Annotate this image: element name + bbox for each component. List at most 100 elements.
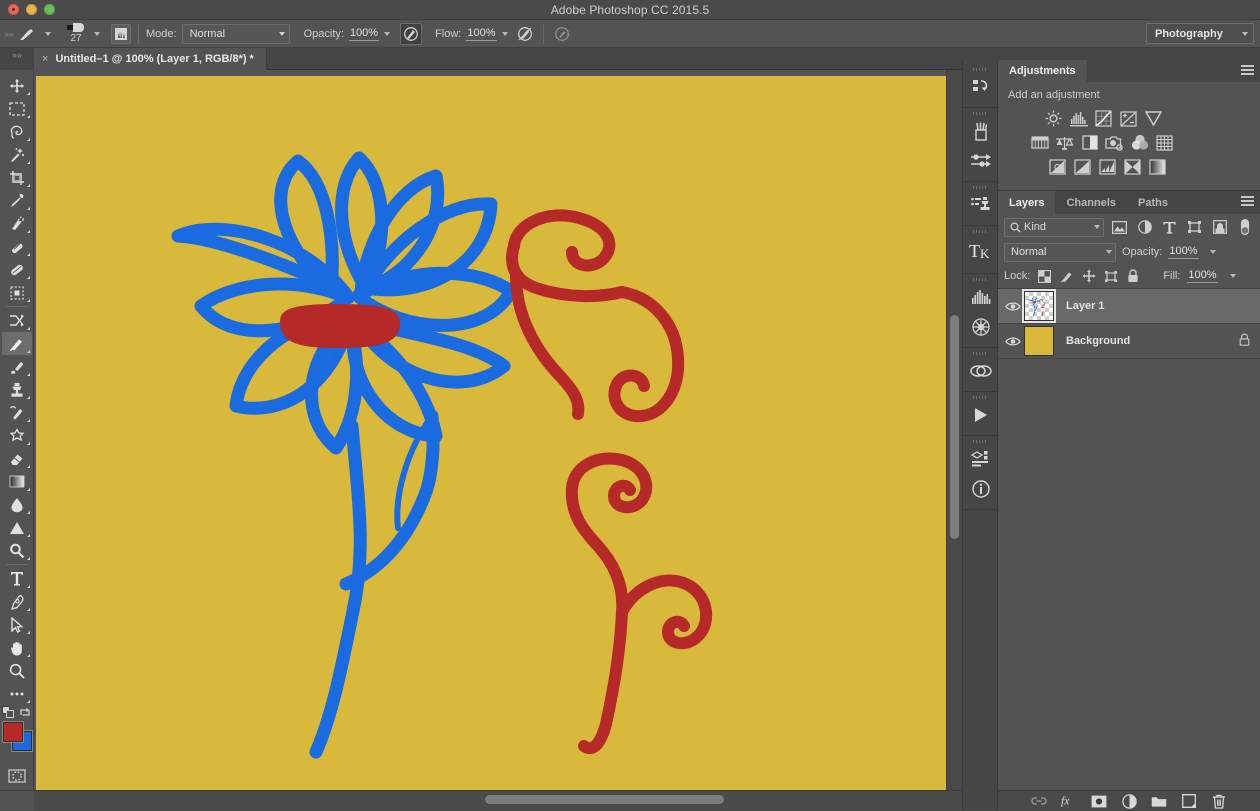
brush-panel-toggle-icon[interactable] bbox=[111, 24, 131, 44]
new-layer-icon[interactable] bbox=[1181, 793, 1197, 809]
tab-paths[interactable]: Paths bbox=[1127, 191, 1179, 214]
invert-adjustment-icon[interactable] bbox=[1048, 157, 1067, 176]
channel-mixer-adjustment-icon[interactable] bbox=[1130, 133, 1149, 152]
pen-tool[interactable] bbox=[2, 590, 32, 613]
history-brush-tool[interactable] bbox=[2, 401, 32, 424]
foreground-color-swatch[interactable] bbox=[3, 722, 23, 742]
timeline-panel-icon[interactable] bbox=[963, 400, 999, 430]
mixer-brush-tool[interactable] bbox=[2, 355, 32, 378]
brush-tool[interactable] bbox=[2, 332, 32, 355]
layer-visibility-toggle-icon[interactable] bbox=[1002, 301, 1024, 312]
posterize-adjustment-icon[interactable] bbox=[1073, 157, 1092, 176]
color-balance-adjustment-icon[interactable] bbox=[1055, 133, 1074, 152]
content-aware-shuffle-tool[interactable] bbox=[2, 309, 32, 332]
edit-toolbar-more-icon[interactable] bbox=[2, 682, 32, 705]
layer-blend-mode-select[interactable]: Normal bbox=[1004, 243, 1116, 262]
table-row[interactable]: Layer 1 bbox=[998, 289, 1260, 324]
airbrush-icon[interactable] bbox=[514, 23, 536, 45]
layer-visibility-toggle-icon[interactable] bbox=[1002, 336, 1024, 347]
default-colors-icon[interactable] bbox=[2, 706, 14, 718]
opacity-field[interactable]: 100% bbox=[349, 27, 390, 41]
properties-panel-icon[interactable] bbox=[963, 444, 999, 474]
color-lookup-adjustment-icon[interactable] bbox=[1155, 133, 1174, 152]
canvas-vertical-scrollbar[interactable] bbox=[946, 70, 962, 790]
lock-image-pixels-icon[interactable] bbox=[1059, 269, 1074, 284]
character-panel-icon[interactable]: TK bbox=[963, 234, 999, 268]
new-adjustment-layer-icon[interactable] bbox=[1121, 793, 1137, 809]
quick-mask-mode-icon[interactable] bbox=[2, 764, 32, 787]
brightness-contrast-adjustment-icon[interactable] bbox=[1044, 109, 1063, 128]
hand-tool[interactable] bbox=[2, 636, 32, 659]
brush-presets-panel-icon[interactable] bbox=[963, 116, 999, 146]
filter-shape-layers-icon[interactable] bbox=[1185, 218, 1204, 237]
horizontal-scroll-thumb[interactable] bbox=[485, 795, 724, 804]
info-panel-icon[interactable] bbox=[963, 474, 999, 504]
spot-healing-brush-tool[interactable] bbox=[2, 212, 32, 235]
lock-transparent-pixels-icon[interactable] bbox=[1037, 269, 1052, 284]
smoothing-icon[interactable] bbox=[551, 23, 573, 45]
brush-preset-chevron-down-icon[interactable] bbox=[45, 32, 51, 36]
rectangular-marquee-tool[interactable] bbox=[2, 97, 32, 120]
lock-position-icon[interactable] bbox=[1081, 269, 1096, 284]
brush-settings-panel-icon[interactable] bbox=[963, 146, 999, 176]
tabbar-left-grip[interactable]: »» bbox=[0, 48, 34, 70]
path-selection-tool[interactable] bbox=[2, 613, 32, 636]
flow-chevron-down-icon[interactable] bbox=[502, 32, 508, 36]
swap-colors-icon[interactable] bbox=[20, 707, 31, 718]
clone-stamp-tool[interactable] bbox=[2, 378, 32, 401]
gradient-tool[interactable] bbox=[2, 470, 32, 493]
brush-size-chevron-down-icon[interactable] bbox=[94, 32, 100, 36]
curves-adjustment-icon[interactable] bbox=[1094, 109, 1113, 128]
panel-menu-icon[interactable] bbox=[1241, 65, 1254, 76]
opacity-chevron-down-icon[interactable] bbox=[384, 32, 390, 36]
layer-opacity-chevron-down-icon[interactable] bbox=[1210, 250, 1216, 254]
layer-thumbnail[interactable] bbox=[1024, 291, 1054, 321]
workspace-select[interactable]: Photography bbox=[1146, 23, 1254, 44]
filter-smart-objects-icon[interactable] bbox=[1210, 218, 1229, 237]
patch-tool[interactable] bbox=[2, 258, 32, 281]
delete-layer-icon[interactable] bbox=[1211, 793, 1227, 809]
zoom-tool[interactable] bbox=[2, 659, 32, 682]
link-layers-icon[interactable] bbox=[1031, 793, 1047, 809]
histogram-panel-icon[interactable] bbox=[963, 282, 999, 312]
tab-layers[interactable]: Layers bbox=[998, 191, 1055, 214]
brush-size-preview[interactable]: 27 bbox=[63, 21, 89, 47]
fill-value[interactable]: 100% bbox=[1187, 269, 1217, 283]
blur-tool[interactable] bbox=[2, 493, 32, 516]
close-icon[interactable]: × bbox=[42, 53, 48, 65]
eyedropper-tool[interactable] bbox=[2, 189, 32, 212]
lock-artboard-nesting-icon[interactable] bbox=[1103, 269, 1118, 284]
layer-thumbnail[interactable] bbox=[1024, 326, 1054, 356]
vertical-scroll-thumb[interactable] bbox=[950, 315, 959, 539]
eraser-tool[interactable] bbox=[2, 447, 32, 470]
layer-opacity-value[interactable]: 100% bbox=[1168, 245, 1198, 259]
pressure-opacity-icon[interactable] bbox=[400, 23, 422, 45]
filter-adjustment-layers-icon[interactable] bbox=[1135, 218, 1154, 237]
vibrance-adjustment-icon[interactable] bbox=[1144, 109, 1163, 128]
filter-kind-select[interactable]: Kind bbox=[1004, 218, 1104, 237]
lock-all-icon[interactable] bbox=[1125, 269, 1140, 284]
type-tool[interactable] bbox=[2, 567, 32, 590]
fill-chevron-down-icon[interactable] bbox=[1230, 274, 1236, 278]
table-row[interactable]: Background bbox=[998, 324, 1260, 359]
clone-source-panel-icon[interactable] bbox=[963, 190, 999, 220]
history-panel-icon[interactable] bbox=[963, 72, 999, 102]
tab-adjustments[interactable]: Adjustments bbox=[998, 60, 1087, 82]
navigator-panel-icon[interactable] bbox=[963, 312, 999, 342]
content-aware-move-tool[interactable] bbox=[2, 281, 32, 304]
move-tool[interactable] bbox=[2, 74, 32, 97]
new-group-icon[interactable] bbox=[1151, 793, 1167, 809]
healing-brush-tool[interactable] bbox=[2, 235, 32, 258]
exposure-adjustment-icon[interactable] bbox=[1119, 109, 1138, 128]
options-bar-grip[interactable]: »» bbox=[4, 24, 14, 44]
black-and-white-adjustment-icon[interactable] bbox=[1080, 133, 1099, 152]
document-canvas[interactable] bbox=[36, 76, 946, 790]
lasso-tool[interactable] bbox=[2, 120, 32, 143]
dodge-tool[interactable] bbox=[2, 539, 32, 562]
canvas-horizontal-scrollbar[interactable] bbox=[34, 790, 962, 811]
photo-filter-adjustment-icon[interactable] bbox=[1105, 133, 1124, 152]
art-history-brush-tool[interactable] bbox=[2, 424, 32, 447]
add-layer-mask-icon[interactable] bbox=[1091, 793, 1107, 809]
filter-pixel-layers-icon[interactable] bbox=[1110, 218, 1129, 237]
flow-field[interactable]: 100% bbox=[466, 27, 507, 41]
